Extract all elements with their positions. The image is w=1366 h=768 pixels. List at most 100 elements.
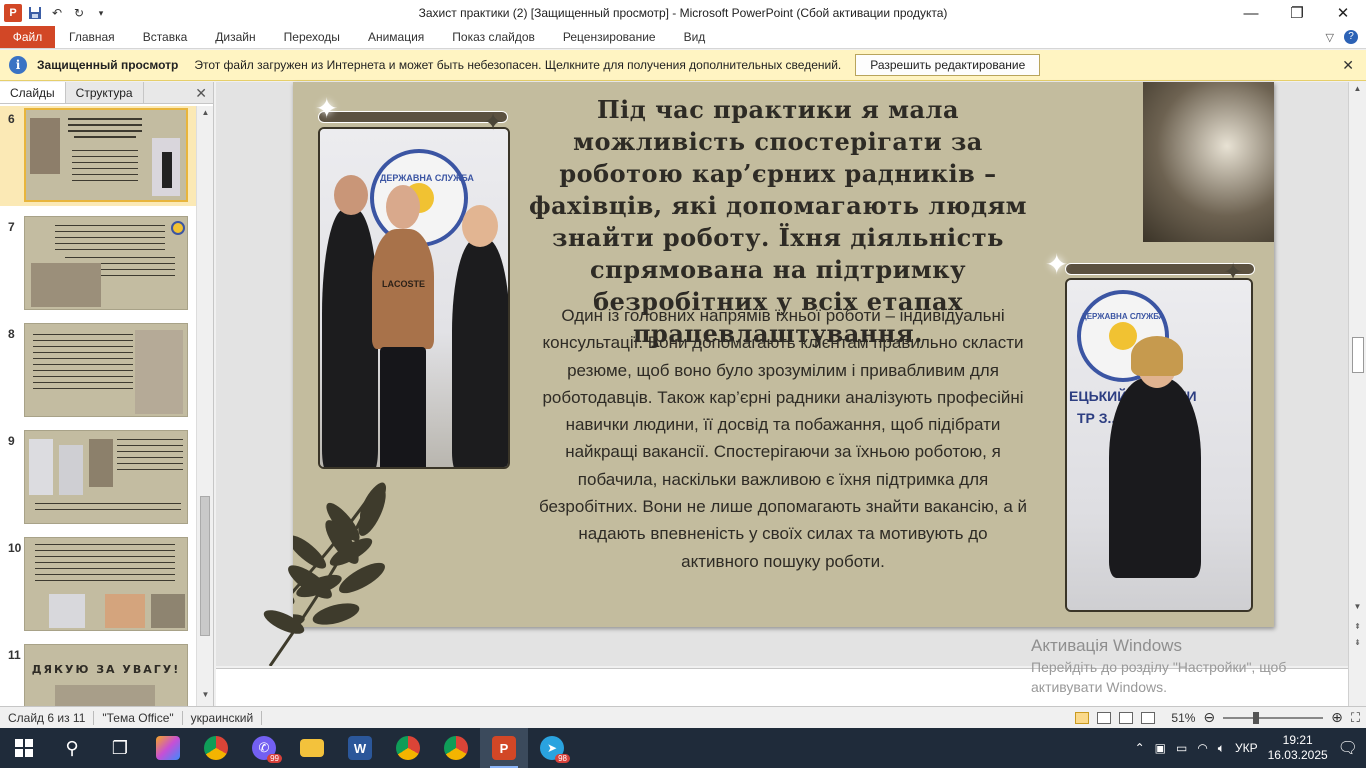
leaf-branch-icon xyxy=(263,488,386,666)
scroll-up-icon[interactable]: ▲ xyxy=(197,108,214,122)
tab-home[interactable]: Главная xyxy=(55,26,129,48)
slide-thumbnail[interactable]: 6 xyxy=(0,106,196,206)
slide-canvas[interactable]: ДЕРЖАВНА СЛУЖБА LACOSTE ✦ ✦ Під час прак… xyxy=(293,82,1274,627)
info-icon: i xyxy=(9,56,27,74)
undo-icon[interactable]: ↶ xyxy=(48,4,66,22)
camera-icon[interactable]: ▣ xyxy=(1155,741,1166,755)
search-icon[interactable]: ⚲ xyxy=(48,728,96,768)
slide-number: 8 xyxy=(8,327,15,341)
ribbon-minimize-icon[interactable]: ▽ xyxy=(1326,31,1334,44)
tab-outline[interactable]: Структура xyxy=(66,82,144,103)
scroll-up-icon[interactable]: ▲ xyxy=(1349,84,1366,98)
tab-slideshow[interactable]: Показ слайдов xyxy=(438,26,549,48)
title-bar: P ↶ ↻ ▾ Захист практики (2) [Защищенный … xyxy=(0,0,1366,26)
slide-thumbnail[interactable]: 11 ДЯКУЮ ЗА УВАГУ! xyxy=(0,642,196,706)
reading-view-icon[interactable] xyxy=(1119,711,1134,724)
word-icon[interactable]: W xyxy=(336,728,384,768)
theme-name[interactable]: "Тема Office" xyxy=(94,710,183,725)
protected-view-message[interactable]: Этот файл загружен из Интернета и может … xyxy=(194,58,841,72)
tab-slides[interactable]: Слайды xyxy=(0,82,66,103)
slide-number: 9 xyxy=(8,434,15,448)
tab-view[interactable]: Вид xyxy=(670,26,720,48)
slide-counter: Слайд 6 из 11 xyxy=(0,710,95,725)
tab-design[interactable]: Дизайн xyxy=(201,26,269,48)
star-ornament-icon: ✦ xyxy=(1223,259,1244,286)
notifications-icon[interactable]: 🗨︎ xyxy=(1338,738,1358,758)
slide-preview xyxy=(24,430,188,524)
clock-time: 19:21 xyxy=(1282,733,1313,747)
slide-preview xyxy=(24,108,188,202)
volume-icon[interactable]: 🔈︎ xyxy=(1218,741,1225,756)
slide-thumbnail[interactable]: 9 xyxy=(0,428,196,528)
battery-icon[interactable]: ▭ xyxy=(1176,741,1187,755)
chrome-icon[interactable] xyxy=(192,728,240,768)
banner-text: ДЕРЖАВНА СЛУЖБА xyxy=(1081,312,1165,321)
start-button[interactable] xyxy=(0,728,48,768)
enable-editing-button[interactable]: Разрешить редактирование xyxy=(855,54,1041,76)
close-button[interactable]: ✕ xyxy=(1320,0,1366,26)
powerpoint-taskbar-icon[interactable]: P xyxy=(480,728,528,768)
zoom-level[interactable]: 51% xyxy=(1171,711,1195,725)
redo-icon[interactable]: ↻ xyxy=(70,4,88,22)
fit-to-window-icon[interactable]: ⛶ xyxy=(1351,710,1360,726)
slides-scrollbar[interactable]: ▲ ▼ xyxy=(196,106,213,706)
tab-insert[interactable]: Вставка xyxy=(129,26,202,48)
scroll-down-icon[interactable]: ▼ xyxy=(1349,602,1366,616)
customize-toolbar-icon[interactable]: ▾ xyxy=(92,4,110,22)
slide-preview xyxy=(24,323,188,417)
clock[interactable]: 19:21 16.03.2025 xyxy=(1268,733,1328,763)
person xyxy=(1109,378,1201,578)
tab-review[interactable]: Рецензирование xyxy=(549,26,670,48)
chrome-profile-2-icon[interactable] xyxy=(432,728,480,768)
slide-number: 7 xyxy=(8,220,15,234)
slide-thumbnails: 6 7 8 9 10 11 ДЯКУЮ ЗА УВАГУ! xyxy=(0,106,196,706)
ribbon-tabs: Файл Главная Вставка Дизайн Переходы Ани… xyxy=(0,26,1366,49)
tab-animations[interactable]: Анимация xyxy=(354,26,438,48)
slide-sorter-icon[interactable] xyxy=(1097,711,1112,724)
close-icon[interactable]: ✕ xyxy=(1342,57,1354,74)
background-photo xyxy=(1143,82,1274,242)
next-slide-icon[interactable]: ⇟ xyxy=(1349,638,1366,652)
scroll-down-icon[interactable]: ▼ xyxy=(197,690,214,704)
input-language[interactable]: УКР xyxy=(1235,741,1258,755)
slide-thumbnail[interactable]: 7 xyxy=(0,214,196,314)
minimize-button[interactable]: — xyxy=(1228,0,1274,26)
status-bar: Слайд 6 из 11 "Тема Office" украинский 5… xyxy=(0,706,1366,728)
copilot-icon[interactable] xyxy=(144,728,192,768)
person xyxy=(372,229,434,349)
zoom-slider[interactable] xyxy=(1223,711,1324,724)
save-icon[interactable] xyxy=(26,4,44,22)
slide-thumbnail[interactable]: 10 xyxy=(0,535,196,635)
zoom-in-icon[interactable]: ⊕ xyxy=(1331,709,1343,726)
powerpoint-logo-icon[interactable]: P xyxy=(4,4,22,22)
protected-view-bar[interactable]: i Защищенный просмотр Этот файл загружен… xyxy=(0,50,1366,81)
close-pane-icon[interactable]: ✕ xyxy=(195,85,207,102)
wifi-icon[interactable]: ◠ xyxy=(1197,741,1207,755)
slide-body-text[interactable]: Один із головних напрямів їхньої роботи … xyxy=(538,302,1028,575)
scrollbar-thumb[interactable] xyxy=(200,496,210,636)
chevron-up-icon[interactable]: ⌃ xyxy=(1135,741,1145,755)
scrollbar-thumb[interactable] xyxy=(1352,337,1364,373)
normal-view-icon[interactable] xyxy=(1075,711,1090,724)
help-icon[interactable]: ? xyxy=(1344,30,1358,44)
maximize-button[interactable]: ❐ xyxy=(1274,0,1320,26)
notification-badge: 98 xyxy=(555,754,570,763)
activation-watermark-text: Перейдіть до розділу "Настройки", щоб ак… xyxy=(1031,657,1286,697)
zoom-slider-knob[interactable] xyxy=(1253,711,1260,724)
telegram-icon[interactable]: ➤ 98 xyxy=(528,728,576,768)
chrome-profile-icon[interactable] xyxy=(384,728,432,768)
language[interactable]: украинский xyxy=(183,710,263,725)
banner-text: ДЕРЖАВНА СЛУЖБА xyxy=(380,173,474,183)
previous-slide-icon[interactable]: ⇞ xyxy=(1349,622,1366,636)
slide-thumbnail[interactable]: 8 xyxy=(0,321,196,421)
slideshow-icon[interactable] xyxy=(1141,711,1156,724)
editor-scrollbar[interactable]: ▲ ▼ ⇞ ⇟ xyxy=(1348,82,1366,706)
file-explorer-icon[interactable] xyxy=(288,728,336,768)
zoom-out-icon[interactable]: ⊖ xyxy=(1203,709,1215,726)
slide-number: 11 xyxy=(8,648,21,662)
slide-preview: ДЯКУЮ ЗА УВАГУ! xyxy=(24,644,188,706)
tab-transitions[interactable]: Переходы xyxy=(270,26,354,48)
tab-file[interactable]: Файл xyxy=(0,26,55,48)
viber-icon[interactable]: ✆ 99 xyxy=(240,728,288,768)
task-view-icon[interactable]: ❐ xyxy=(96,728,144,768)
